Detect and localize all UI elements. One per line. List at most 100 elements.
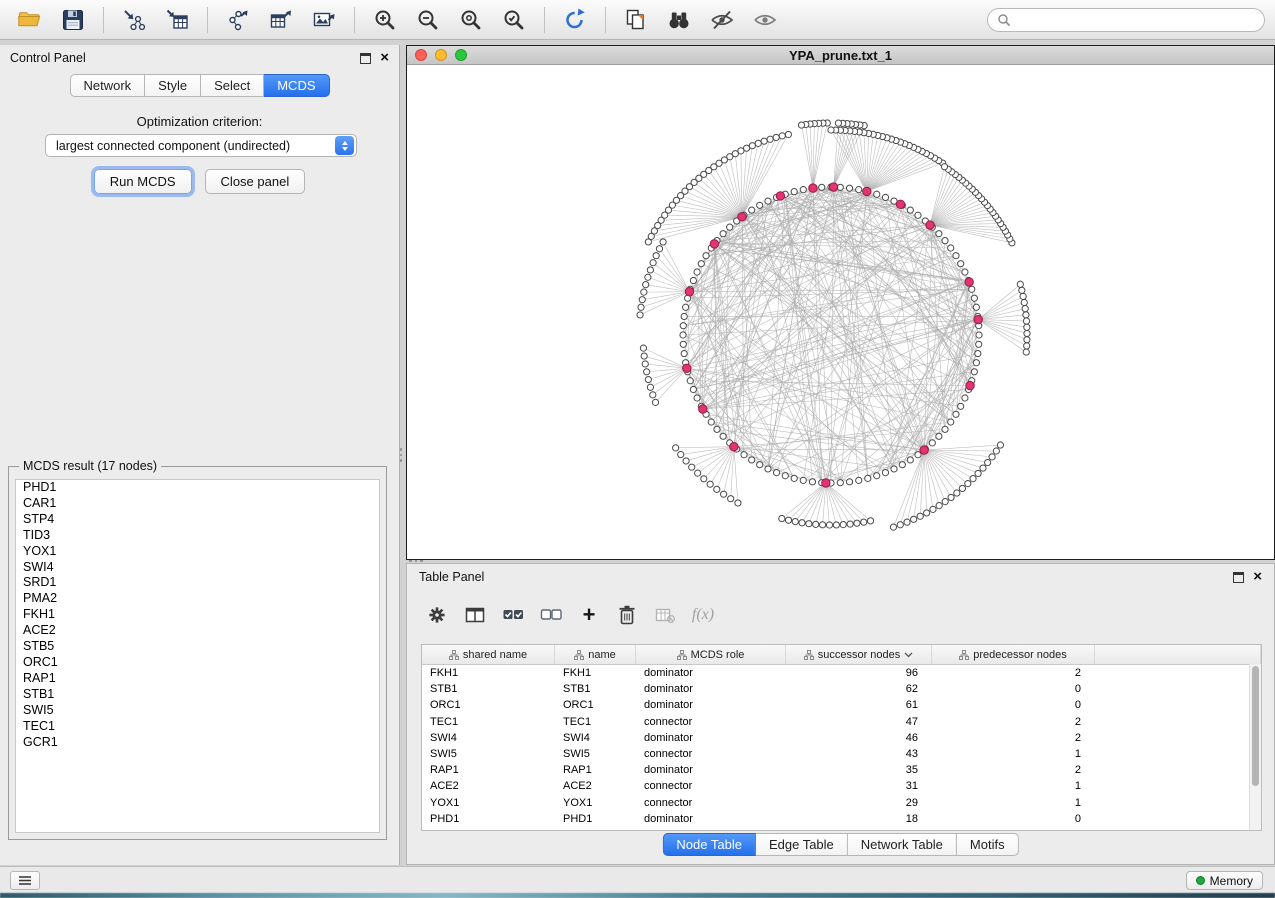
close-panel-button[interactable]: Close panel [205,169,306,194]
column-header-label: MCDS role [691,649,745,661]
scrollbar-thumb[interactable] [1252,666,1259,786]
mcds-result-item[interactable]: YOX1 [16,544,379,560]
window-maximize-button[interactable] [455,49,467,61]
column-header-predecessor-nodes[interactable]: predecessor nodes [932,645,1095,664]
column-header-shared-name[interactable]: shared name [422,645,555,664]
mcds-result-item[interactable]: SWI4 [16,560,379,576]
table-cell: SWI5 [555,748,636,760]
mcds-result-list[interactable]: PHD1CAR1STP4TID3YOX1SWI4SRD1PMA2FKH1ACE2… [15,479,380,833]
window-close-button[interactable] [415,49,427,61]
window-minimize-button[interactable] [435,49,447,61]
toolbar-separator [103,7,104,33]
criterion-dropdown[interactable]: largest connected component (undirected) [45,134,357,157]
hide-graphics-details-button[interactable] [702,4,742,36]
fx-icon: f(x) [692,606,714,624]
close-panel-icon[interactable]: × [1253,571,1262,583]
float-panel-icon[interactable] [1233,572,1244,583]
open-session-button[interactable] [10,4,50,36]
import-network-button[interactable] [114,4,154,36]
network-titlebar[interactable]: YPA_prune.txt_1 [407,46,1274,65]
column-header-successor-nodes[interactable]: successor nodes [786,645,932,664]
table-row[interactable]: SWI5SWI5connector431 [422,746,1261,762]
add-row-button[interactable]: + [573,600,605,630]
mcds-result-item[interactable]: GCR1 [16,735,379,751]
status-bar: Memory [0,866,1275,893]
mcds-result-item[interactable]: FKH1 [16,607,379,623]
tab-network[interactable]: Network [69,74,145,97]
mcds-result-item[interactable]: ACE2 [16,623,379,639]
table-cell: YOX1 [422,797,555,809]
eye-slash-icon [709,7,735,33]
zoom-fit-icon [458,7,484,33]
tab-network-table[interactable]: Network Table [848,833,957,856]
tab-node-table[interactable]: Node Table [662,833,756,856]
zoom-in-button[interactable] [365,4,405,36]
mcds-result-item[interactable]: STP4 [16,512,379,528]
mcds-result-item[interactable]: ORC1 [16,655,379,671]
export-network-button[interactable] [218,4,258,36]
tab-mcds[interactable]: MCDS [264,74,329,97]
network-canvas[interactable] [407,65,1274,560]
table-cell: STB1 [422,683,555,695]
import-table-disabled-button [649,600,681,630]
table-scrollbar[interactable] [1249,664,1261,830]
mcds-result-item[interactable]: TEC1 [16,719,379,735]
mcds-result-title: MCDS result (17 nodes) [19,459,161,473]
float-panel-icon[interactable] [360,53,371,64]
save-session-button[interactable] [53,4,93,36]
console-toggle-button[interactable] [10,871,40,890]
table-row[interactable]: ACE2ACE2connector311 [422,778,1261,794]
table-cell: 46 [786,732,932,744]
mcds-result-item[interactable]: TID3 [16,528,379,544]
save-icon [60,7,86,33]
vertical-splitter-handle[interactable] [399,448,403,462]
import-table-button[interactable] [157,4,197,36]
column-header-label: shared name [463,649,527,661]
deselect-all-button[interactable] [535,600,567,630]
table-row[interactable]: RAP1RAP1dominator352 [422,762,1261,778]
zoom-fit-button[interactable] [451,4,491,36]
column-header-mcds-role[interactable]: MCDS role [636,645,786,664]
search-box[interactable] [987,8,1265,32]
tab-select[interactable]: Select [201,74,264,97]
table-row[interactable]: STB1STB1dominator620 [422,681,1261,697]
column-header-name[interactable]: name [555,645,636,664]
mcds-result-item[interactable]: RAP1 [16,671,379,687]
copy-view-button[interactable] [616,4,656,36]
mcds-result-item[interactable]: PHD1 [16,480,379,496]
find-button[interactable] [659,4,699,36]
tab-edge-table[interactable]: Edge Table [756,833,848,856]
tab-style[interactable]: Style [145,74,201,97]
table-settings-button[interactable] [421,600,453,630]
mcds-result-item[interactable]: STB5 [16,639,379,655]
control-panel-tabs: NetworkStyleSelectMCDS [69,74,329,97]
table-row[interactable]: FKH1FKH1dominator962 [422,665,1261,681]
mcds-result-item[interactable]: SRD1 [16,575,379,591]
mcds-result-item[interactable]: STB1 [16,687,379,703]
mcds-result-item[interactable]: PMA2 [16,591,379,607]
memory-button[interactable]: Memory [1186,871,1263,890]
export-image-button[interactable] [304,4,344,36]
close-panel-icon[interactable]: × [380,52,389,64]
delete-row-button[interactable] [611,600,643,630]
toolbar-search-input[interactable] [1017,12,1255,28]
table-row[interactable]: PHD1PHD1dominator180 [422,811,1261,827]
mcds-result-item[interactable]: CAR1 [16,496,379,512]
table-cell: 18 [786,813,932,825]
select-all-button[interactable] [497,600,529,630]
table-row[interactable]: TEC1TEC1connector472 [422,714,1261,730]
table-cell: 2 [932,732,1095,744]
refresh-layout-button[interactable] [555,4,595,36]
show-graphics-details-button[interactable] [745,4,785,36]
table-row[interactable]: YOX1YOX1connector291 [422,795,1261,811]
table-row[interactable]: SWI4SWI4dominator462 [422,730,1261,746]
export-table-button[interactable] [261,4,301,36]
zoom-out-button[interactable] [408,4,448,36]
column-selector-button[interactable] [459,600,491,630]
zoom-selected-button[interactable] [494,4,534,36]
run-mcds-button[interactable]: Run MCDS [94,169,192,194]
tab-motifs[interactable]: Motifs [957,833,1019,856]
mcds-result-item[interactable]: SWI5 [16,703,379,719]
toolbar-separator [605,7,606,33]
table-row[interactable]: ORC1ORC1dominator610 [422,697,1261,713]
